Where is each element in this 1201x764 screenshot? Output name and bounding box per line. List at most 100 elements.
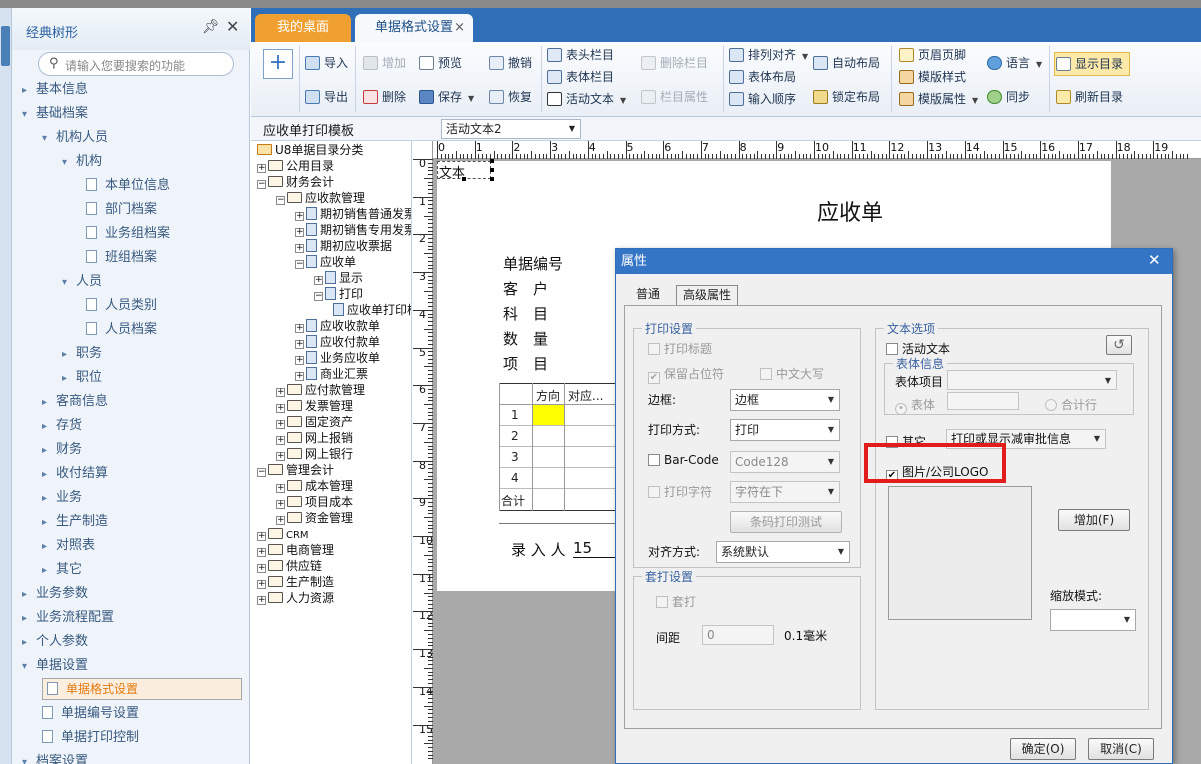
lock-layout-button[interactable]: 锁定布局 xyxy=(813,86,880,108)
border-select[interactable]: 边框 ▼ xyxy=(730,389,840,411)
keep-placeholder-checkbox[interactable]: ✔ 保留占位符 xyxy=(648,365,724,384)
arrange-align-button[interactable]: 排列对齐 ▼ xyxy=(729,44,808,66)
tree-node[interactable]: + 业务应收单 xyxy=(295,350,380,366)
chevron-down-icon[interactable]: ▼ xyxy=(1036,60,1042,69)
tree-node[interactable]: + 期初销售专用发票 xyxy=(295,222,411,238)
tree-node[interactable]: + 项目成本 xyxy=(276,494,353,510)
sidebar-item[interactable]: ▸ 业务参数 xyxy=(22,582,88,606)
chinese-upper-checkbox[interactable]: 中文大写 xyxy=(760,365,824,382)
expand-icon[interactable]: + xyxy=(295,356,304,365)
sidebar-item[interactable]: 本单位信息 xyxy=(86,174,170,198)
expand-icon[interactable]: + xyxy=(295,372,304,381)
tree-node[interactable]: + 固定资产 xyxy=(276,414,353,430)
expand-icon[interactable]: + xyxy=(276,516,285,525)
export-button[interactable]: 导出 xyxy=(305,86,348,108)
tree-node[interactable]: + 期初应收票据 xyxy=(295,238,392,254)
field-label[interactable]: 科 目 xyxy=(503,303,548,324)
field-label[interactable]: 单据编号 xyxy=(503,253,563,274)
add-button[interactable]: 增加 xyxy=(363,52,406,74)
tree-node[interactable]: 应收单打印模板 xyxy=(333,302,411,318)
chevron-down-icon[interactable]: ▼ xyxy=(802,52,808,61)
logo-preview[interactable] xyxy=(888,486,1032,620)
sidebar-item[interactable]: 单据格式设置 xyxy=(42,678,242,700)
expand-icon[interactable]: + xyxy=(257,580,266,589)
align-select[interactable]: 系统默认 ▼ xyxy=(716,541,850,563)
preview-button[interactable]: 预览 xyxy=(419,52,462,74)
tree-node[interactable]: + 网上银行 xyxy=(276,446,353,462)
sidebar-item[interactable]: ▸ 对照表 xyxy=(42,534,95,558)
tree-node[interactable]: + 期初销售普通发票 xyxy=(295,206,411,222)
print-mode-select[interactable]: 打印 ▼ xyxy=(730,419,840,441)
body-layout-button[interactable]: 表体布局 xyxy=(729,66,796,88)
tree-node[interactable]: − 打印 xyxy=(314,286,363,302)
expand-icon[interactable]: + xyxy=(276,404,285,413)
header-footer-button[interactable]: 页眉页脚 xyxy=(899,44,966,66)
tree-node[interactable]: U8单据目录分类 xyxy=(257,142,363,158)
resize-handle[interactable] xyxy=(490,168,494,172)
spacing-input[interactable]: 0 xyxy=(702,625,774,645)
tree-node[interactable]: + 成本管理 xyxy=(276,478,353,494)
barcode-type-select[interactable]: Code128 ▼ xyxy=(730,451,840,473)
sidebar-item[interactable]: ▸ 职位 xyxy=(62,366,102,390)
body-column-button[interactable]: 表体栏目 xyxy=(547,66,614,88)
barcode-test-button[interactable]: 条码打印测试 xyxy=(730,511,842,533)
import-button[interactable]: 导入 xyxy=(305,52,348,74)
delete-button[interactable]: 删除 xyxy=(363,86,406,108)
show-directory-button[interactable]: 显示目录 xyxy=(1056,53,1123,75)
header-column-button[interactable]: 表头栏目 xyxy=(547,44,614,66)
print-title-checkbox[interactable]: 打印标题 xyxy=(648,340,712,357)
sidebar-item[interactable]: 单据打印控制 xyxy=(42,726,139,750)
sidebar-item[interactable]: ▾ 单据设置 xyxy=(22,654,88,678)
refresh-directory-button[interactable]: 刷新目录 xyxy=(1056,86,1123,108)
active-text-button[interactable]: 活动文本 ▼ xyxy=(547,88,626,110)
collapse-icon[interactable]: − xyxy=(276,196,285,205)
tab-format-settings[interactable]: 单据格式设置 × xyxy=(355,14,473,42)
selected-cell[interactable] xyxy=(533,405,564,425)
sidebar-item[interactable]: 人员档案 xyxy=(86,318,157,342)
body-input[interactable] xyxy=(947,392,1019,410)
sidebar-item[interactable]: ▾ 人员 xyxy=(62,270,102,294)
sidebar-item[interactable]: ▸ 基本信息 xyxy=(22,78,88,102)
sidebar-item[interactable]: ▾ 机构 xyxy=(62,150,102,174)
tab-normal[interactable]: 普通 xyxy=(630,285,666,305)
undo-button[interactable]: 撤销 xyxy=(489,52,532,74)
sidebar-item[interactable]: 部门档案 xyxy=(86,198,157,222)
sidebar-item[interactable]: ▸ 职务 xyxy=(62,342,102,366)
tree-node[interactable]: + 应付款管理 xyxy=(276,382,365,398)
expand-icon[interactable]: + xyxy=(314,276,323,285)
expand-icon[interactable]: + xyxy=(295,324,304,333)
sidebar-item[interactable]: ▸ 业务 xyxy=(42,486,82,510)
zoom-mode-select[interactable]: ▼ xyxy=(1050,609,1136,631)
delete-column-button[interactable]: 删除栏目 xyxy=(641,52,708,74)
document-title[interactable]: 应收单 xyxy=(817,195,883,227)
tree-node[interactable]: + 供应链 xyxy=(257,558,322,574)
tree-node[interactable]: + 显示 xyxy=(314,270,363,286)
tab-desktop[interactable]: 我的桌面 xyxy=(255,14,351,42)
tree-node[interactable]: + 生产制造 xyxy=(257,574,334,590)
field-label[interactable]: 数 量 xyxy=(503,328,548,349)
chevron-down-icon[interactable]: ▼ xyxy=(620,96,626,105)
expand-icon[interactable]: + xyxy=(295,340,304,349)
tree-node[interactable]: + 人力资源 xyxy=(257,590,334,606)
overlay-checkbox[interactable]: 套打 xyxy=(656,593,696,610)
expand-icon[interactable]: + xyxy=(295,228,304,237)
new-button[interactable]: + xyxy=(263,49,293,79)
resize-handle[interactable] xyxy=(490,159,494,163)
pin-icon[interactable]: 📌︎ xyxy=(202,19,220,35)
tree-node[interactable]: − 管理会计 xyxy=(257,462,334,478)
reset-icon[interactable]: ↺ xyxy=(1106,335,1132,355)
tree-node[interactable]: − 应收单 xyxy=(295,254,356,270)
close-icon[interactable]: ✕ xyxy=(1148,251,1161,269)
sidebar-item[interactable]: ▸ 财务 xyxy=(42,438,82,462)
close-icon[interactable]: ✕ xyxy=(226,17,239,36)
expand-icon[interactable]: + xyxy=(276,436,285,445)
tree-node[interactable]: + 应收收款单 xyxy=(295,318,380,334)
expand-icon[interactable]: + xyxy=(276,484,285,493)
cancel-button[interactable]: 取消(C) xyxy=(1088,738,1154,760)
resize-handle[interactable] xyxy=(490,177,494,181)
expand-icon[interactable]: + xyxy=(257,164,266,173)
sidebar-item[interactable]: 班组档案 xyxy=(86,246,157,270)
sidebar-item[interactable]: ▸ 收付结算 xyxy=(42,462,108,486)
language-button[interactable]: 语言 ▼ xyxy=(987,52,1042,74)
template-style-button[interactable]: 模版样式 xyxy=(899,66,966,88)
